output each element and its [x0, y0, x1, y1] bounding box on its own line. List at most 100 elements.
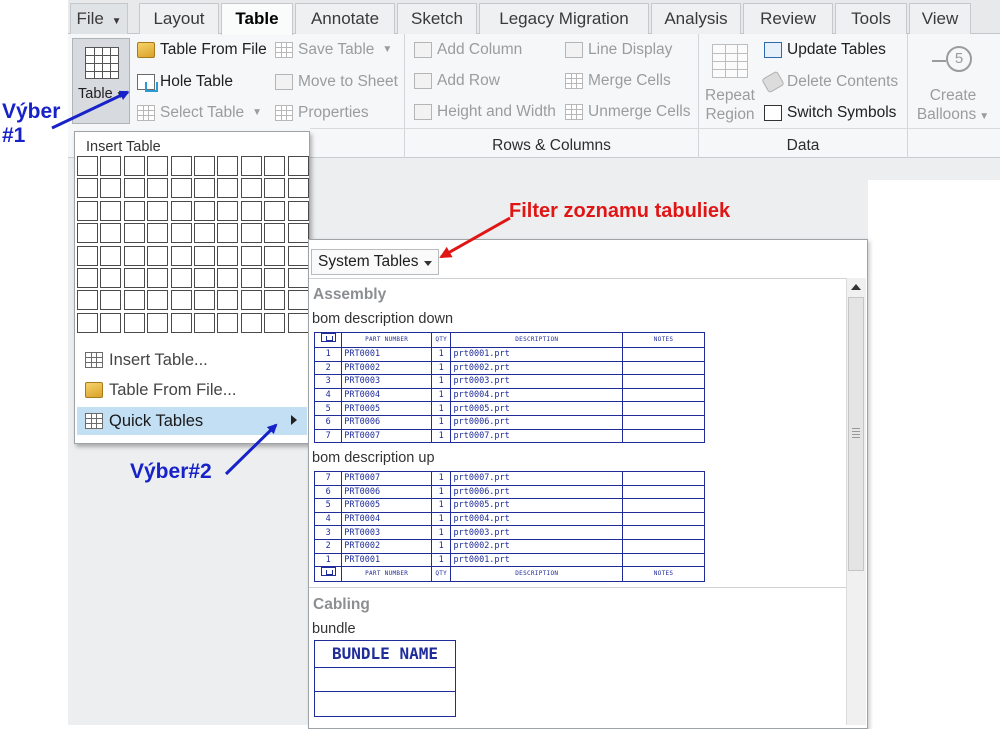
grid-cell[interactable]	[77, 178, 98, 199]
grid-cell[interactable]	[193, 245, 215, 266]
grid-cell[interactable]	[240, 290, 262, 311]
save-table-button[interactable]: Save Table ▼	[275, 41, 392, 59]
grid-cell[interactable]	[77, 223, 98, 244]
grid-cell[interactable]	[147, 223, 169, 244]
tab-sketch[interactable]: Sketch	[397, 3, 477, 34]
tab-legacy-migration[interactable]: Legacy Migration	[479, 3, 649, 34]
create-balloons-button[interactable]: Create Balloons ▼	[912, 86, 994, 126]
grid-cell[interactable]	[193, 200, 215, 221]
unmerge-cells-button[interactable]: Unmerge Cells	[565, 103, 691, 121]
properties-button[interactable]: Properties	[275, 104, 369, 122]
grid-cell[interactable]	[77, 200, 98, 221]
grid-cell[interactable]	[100, 245, 122, 266]
move-to-sheet-button[interactable]: Move to Sheet	[275, 73, 398, 91]
grid-cell[interactable]	[170, 312, 192, 333]
grid-cell[interactable]	[123, 200, 145, 221]
delete-contents-button[interactable]: Delete Contents	[761, 70, 898, 94]
grid-cell[interactable]	[170, 200, 192, 221]
add-column-button[interactable]: Add Column	[414, 41, 522, 59]
grid-cell[interactable]	[193, 223, 215, 244]
grid-cell[interactable]	[123, 223, 145, 244]
grid-cell[interactable]	[170, 290, 192, 311]
grid-cell[interactable]	[100, 267, 122, 288]
grid-cell[interactable]	[147, 245, 169, 266]
grid-cell[interactable]	[217, 223, 239, 244]
grid-cell[interactable]	[123, 156, 145, 176]
grid-cell[interactable]	[287, 178, 309, 199]
tab-table[interactable]: Table	[221, 3, 293, 35]
grid-cell[interactable]	[217, 312, 239, 333]
bundle-preview[interactable]: BUNDLE NAME	[314, 640, 456, 717]
grid-cell[interactable]	[264, 200, 286, 221]
grid-cell[interactable]	[100, 223, 122, 244]
grid-cell[interactable]	[240, 178, 262, 199]
merge-cells-button[interactable]: Merge Cells	[565, 72, 671, 90]
grid-cell[interactable]	[147, 178, 169, 199]
grid-cell[interactable]	[170, 156, 192, 176]
grid-cell[interactable]	[193, 290, 215, 311]
tab-analysis[interactable]: Analysis	[651, 3, 741, 34]
grid-cell[interactable]	[170, 267, 192, 288]
grid-cell[interactable]	[287, 156, 309, 176]
grid-cell[interactable]	[100, 200, 122, 221]
grid-cell[interactable]	[217, 200, 239, 221]
hole-table-button[interactable]: Hole Table	[137, 73, 233, 92]
grid-cell[interactable]	[123, 312, 145, 333]
bom-up-preview[interactable]: 7 PRT0007 1 prt0007.prt 6 PRT0006 1 prt0006.prt…	[313, 471, 705, 583]
repeat-region-button[interactable]: Repeat Region	[700, 86, 760, 124]
grid-cell[interactable]	[240, 312, 262, 333]
add-row-button[interactable]: Add Row	[414, 72, 500, 90]
grid-cell[interactable]	[123, 290, 145, 311]
grid-cell[interactable]	[287, 290, 309, 311]
height-and-width-button[interactable]: Height and Width	[414, 103, 556, 121]
grid-cell[interactable]	[287, 245, 309, 266]
switch-symbols-button[interactable]: Switch Symbols	[764, 104, 896, 122]
grid-cell[interactable]	[147, 267, 169, 288]
grid-cell[interactable]	[217, 245, 239, 266]
grid-cell[interactable]	[147, 200, 169, 221]
grid-cell[interactable]	[193, 312, 215, 333]
grid-cell[interactable]	[170, 178, 192, 199]
grid-cell[interactable]	[240, 267, 262, 288]
grid-cell[interactable]	[287, 223, 309, 244]
select-table-button[interactable]: Select Table ▼	[137, 104, 262, 122]
tab-view[interactable]: View	[909, 3, 971, 34]
grid-cell[interactable]	[193, 156, 215, 176]
grid-cell[interactable]	[264, 290, 286, 311]
grid-cell[interactable]	[240, 245, 262, 266]
menu-item-table-from-file[interactable]: Table From File...	[77, 376, 307, 404]
grid-cell[interactable]	[170, 223, 192, 244]
scroll-up-arrow-icon[interactable]	[846, 278, 866, 296]
table-button[interactable]: Table ▼	[72, 38, 130, 124]
table-from-file-button[interactable]: Table From File	[137, 41, 267, 59]
grid-cell[interactable]	[193, 178, 215, 199]
grid-cell[interactable]	[147, 290, 169, 311]
grid-cell[interactable]	[264, 156, 286, 176]
grid-cell[interactable]	[287, 200, 309, 221]
grid-cell[interactable]	[77, 156, 98, 176]
tab-tools[interactable]: Tools	[835, 3, 907, 34]
tab-layout[interactable]: Layout	[139, 3, 219, 34]
grid-cell[interactable]	[123, 245, 145, 266]
tab-annotate[interactable]: Annotate	[295, 3, 395, 34]
grid-cell[interactable]	[77, 267, 98, 288]
grid-cell[interactable]	[100, 156, 122, 176]
tab-file[interactable]: File ▼	[70, 3, 128, 34]
grid-cell[interactable]	[287, 312, 309, 333]
line-display-button[interactable]: Line Display	[565, 41, 672, 59]
grid-cell[interactable]	[170, 245, 192, 266]
grid-cell[interactable]	[77, 312, 98, 333]
grid-cell[interactable]	[240, 156, 262, 176]
grid-cell[interactable]	[240, 200, 262, 221]
grid-cell[interactable]	[264, 223, 286, 244]
grid-cell[interactable]	[264, 267, 286, 288]
grid-cell[interactable]	[240, 223, 262, 244]
grid-cell[interactable]	[217, 178, 239, 199]
grid-cell[interactable]	[147, 156, 169, 176]
menu-item-insert-table[interactable]: Insert Table...	[77, 346, 307, 374]
tab-review[interactable]: Review	[743, 3, 833, 34]
grid-cell[interactable]	[123, 178, 145, 199]
grid-cell[interactable]	[77, 290, 98, 311]
grid-cell[interactable]	[217, 156, 239, 176]
grid-cell[interactable]	[264, 245, 286, 266]
